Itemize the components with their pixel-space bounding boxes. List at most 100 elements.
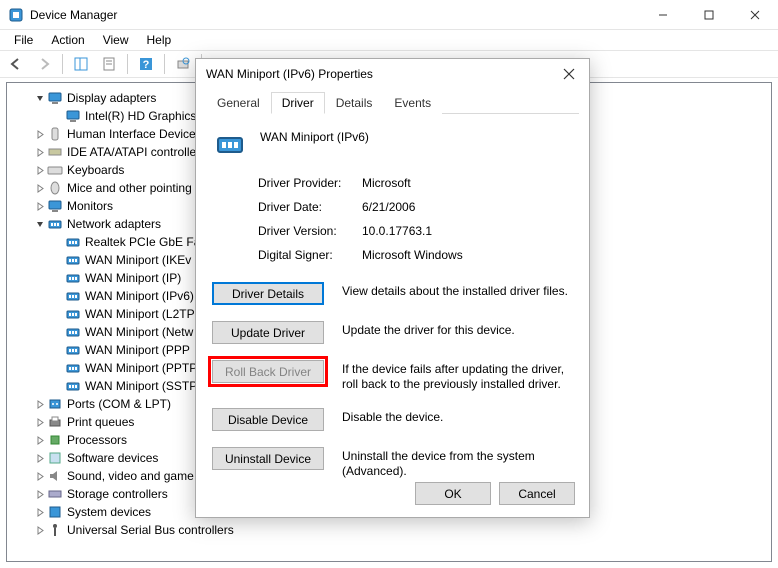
expand-icon[interactable] [33, 199, 47, 213]
net-icon [65, 288, 81, 304]
tree-item-label: Human Interface Device [67, 125, 196, 143]
minimize-button[interactable] [640, 0, 686, 30]
nav-forward-button[interactable] [32, 52, 56, 76]
expand-icon[interactable] [33, 505, 47, 519]
dialog-tabs: General Driver Details Events [206, 91, 579, 114]
tab-driver[interactable]: Driver [271, 92, 325, 114]
expander-spacer [51, 307, 65, 321]
expander-spacer [51, 271, 65, 285]
expand-icon[interactable] [33, 523, 47, 537]
tree-item-label: Network adapters [67, 215, 161, 233]
expand-icon[interactable] [33, 469, 47, 483]
driver-details-button[interactable]: Driver Details [212, 282, 324, 305]
maximize-button[interactable] [686, 0, 732, 30]
expand-icon[interactable] [33, 163, 47, 177]
display-icon [65, 108, 81, 124]
app-icon [8, 7, 24, 23]
net-icon [65, 270, 81, 286]
window-titlebar: Device Manager [0, 0, 778, 30]
tab-general[interactable]: General [206, 92, 271, 114]
expander-spacer [51, 325, 65, 339]
tree-item-label: Print queues [67, 413, 134, 431]
uninstall-device-button[interactable]: Uninstall Device [212, 447, 324, 470]
expander-spacer [51, 379, 65, 393]
tree-item-label: Keyboards [67, 161, 124, 179]
menu-action[interactable]: Action [43, 31, 92, 49]
digital-signer-value: Microsoft Windows [362, 248, 463, 262]
tree-item[interactable]: Universal Serial Bus controllers [11, 521, 767, 539]
soft-icon [47, 450, 63, 466]
expand-icon[interactable] [33, 415, 47, 429]
tree-item-label: WAN Miniport (IPv6) [85, 287, 194, 305]
scan-hardware-button[interactable] [171, 52, 195, 76]
expand-icon[interactable] [33, 127, 47, 141]
tree-item-label: IDE ATA/ATAPI controlle [67, 143, 196, 161]
uninstall-device-desc: Uninstall the device from the system (Ad… [342, 447, 573, 479]
tree-item-label: WAN Miniport (PPP [85, 341, 190, 359]
help-button[interactable]: ? [134, 52, 158, 76]
expand-icon[interactable] [33, 451, 47, 465]
properties-button[interactable] [97, 52, 121, 76]
expand-icon[interactable] [33, 181, 47, 195]
cancel-button[interactable]: Cancel [499, 482, 575, 505]
net-icon [65, 342, 81, 358]
expander-spacer [51, 361, 65, 375]
collapse-icon[interactable] [33, 217, 47, 231]
tree-item-label: Processors [67, 431, 127, 449]
show-hide-tree-button[interactable] [69, 52, 93, 76]
tree-item-label: Realtek PCIe GbE Fam [85, 233, 210, 251]
expander-spacer [51, 235, 65, 249]
window-title: Device Manager [30, 8, 640, 22]
update-driver-desc: Update the driver for this device. [342, 321, 515, 338]
ide-icon [47, 144, 63, 160]
tree-item-label: WAN Miniport (L2TP [85, 305, 195, 323]
expand-icon[interactable] [33, 487, 47, 501]
menu-view[interactable]: View [95, 31, 137, 49]
menubar: File Action View Help [0, 30, 778, 50]
net-icon [65, 360, 81, 376]
expand-icon[interactable] [33, 397, 47, 411]
keyboard-icon [47, 162, 63, 178]
tree-item-label: Intel(R) HD Graphics [85, 107, 196, 125]
tree-item-label: Universal Serial Bus controllers [67, 521, 234, 539]
ok-button[interactable]: OK [415, 482, 491, 505]
tree-item-label: Mice and other pointing [67, 179, 192, 197]
update-driver-button[interactable]: Update Driver [212, 321, 324, 344]
tree-item-label: System devices [67, 503, 151, 521]
disable-device-desc: Disable the device. [342, 408, 443, 425]
dialog-close-button[interactable] [549, 59, 589, 89]
sound-icon [47, 468, 63, 484]
tab-events[interactable]: Events [383, 92, 442, 114]
net-icon [65, 252, 81, 268]
collapse-icon[interactable] [33, 91, 47, 105]
menu-help[interactable]: Help [139, 31, 180, 49]
expander-spacer [51, 109, 65, 123]
menu-file[interactable]: File [6, 31, 41, 49]
device-icon [214, 128, 246, 160]
usb-icon [47, 522, 63, 538]
dialog-titlebar[interactable]: WAN Miniport (IPv6) Properties [196, 59, 589, 89]
tree-item-label: WAN Miniport (IKEv [85, 251, 191, 269]
tree-item-label: WAN Miniport (Netw [85, 323, 193, 341]
expand-icon[interactable] [33, 433, 47, 447]
disable-device-button[interactable]: Disable Device [212, 408, 324, 431]
expander-spacer [51, 289, 65, 303]
close-button[interactable] [732, 0, 778, 30]
tab-details[interactable]: Details [325, 92, 384, 114]
tree-item-label: Display adapters [67, 89, 156, 107]
cpu-icon [47, 432, 63, 448]
net-icon [65, 378, 81, 394]
driver-date-value: 6/21/2006 [362, 200, 415, 214]
driver-version-label: Driver Version: [258, 224, 362, 238]
nav-back-button[interactable] [4, 52, 28, 76]
expander-spacer [51, 343, 65, 357]
properties-dialog: WAN Miniport (IPv6) Properties General D… [195, 58, 590, 518]
device-name: WAN Miniport (IPv6) [260, 128, 369, 144]
port-icon [47, 396, 63, 412]
tree-item-label: Ports (COM & LPT) [67, 395, 171, 413]
tree-item-label: WAN Miniport (SSTP [85, 377, 197, 395]
expander-spacer [51, 253, 65, 267]
expand-icon[interactable] [33, 145, 47, 159]
net-icon [65, 324, 81, 340]
tree-item-label: WAN Miniport (PPTP [85, 359, 197, 377]
